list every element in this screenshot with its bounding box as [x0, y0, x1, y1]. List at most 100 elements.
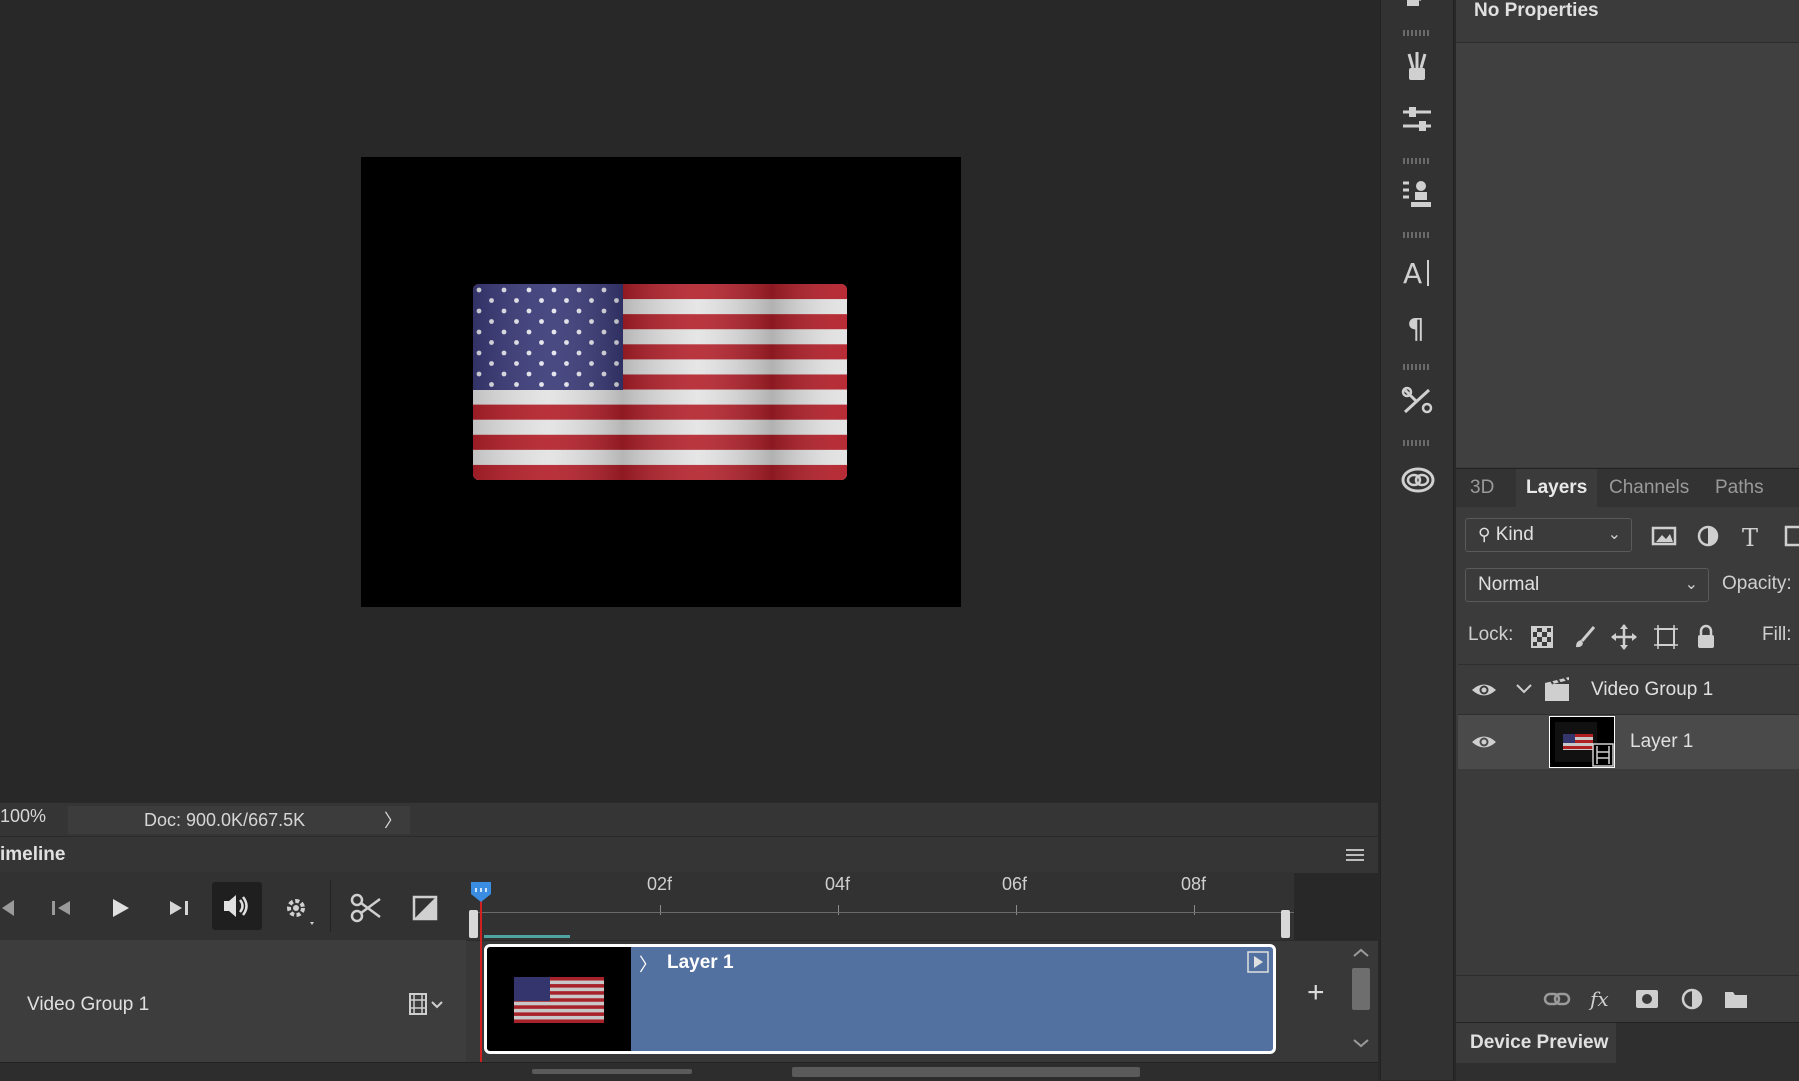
properties-title: No Properties	[1474, 0, 1599, 21]
chevron-down-icon: ⌄	[1684, 576, 1698, 593]
filter-kind-dropdown[interactable]: ⚲ Kind ⌄	[1465, 518, 1632, 552]
doc-info-arrow[interactable]: 〉	[384, 807, 402, 833]
timeline-horizontal-scrollbar[interactable]	[792, 1067, 1140, 1077]
panel-grip[interactable]	[1403, 158, 1431, 164]
new-adjustment-layer-icon[interactable]	[1678, 985, 1706, 1013]
layers-panel-tabs: 3D Layers Channels Paths	[1456, 468, 1799, 507]
blend-mode-dropdown[interactable]: Normal ⌄	[1465, 568, 1709, 602]
tab-3d[interactable]: 3D	[1460, 469, 1504, 507]
tool-presets-icon[interactable]	[1401, 384, 1433, 416]
playhead-handle[interactable]	[469, 880, 493, 904]
flag-stripe	[514, 1012, 604, 1016]
character-icon[interactable]: A	[1401, 256, 1433, 288]
fx-icon[interactable]: fx	[1588, 985, 1616, 1013]
track-options-film-icon[interactable]	[408, 990, 448, 1018]
flag-stripe	[514, 1019, 604, 1023]
chevron-down-icon[interactable]	[1514, 678, 1534, 698]
go-to-first-frame-icon[interactable]	[0, 890, 26, 926]
ruler-tick	[1194, 905, 1195, 915]
layer-name[interactable]: Video Group 1	[1591, 679, 1713, 701]
video-clip[interactable]: 〉 Layer 1	[484, 944, 1276, 1054]
lock-all-icon[interactable]	[1692, 623, 1720, 651]
add-media-plus-icon[interactable]: +	[1307, 976, 1325, 1010]
work-area-end-handle[interactable]	[1281, 910, 1290, 938]
layer-row-video-group[interactable]: Video Group 1	[1458, 664, 1799, 715]
link-layers-icon[interactable]	[1543, 985, 1571, 1013]
ruler-tick	[660, 905, 661, 915]
timeline-ruler[interactable]	[466, 872, 1294, 940]
chevron-down-icon: ⌄	[1607, 526, 1621, 543]
layer-thumbnail[interactable]	[1549, 716, 1615, 768]
lock-label: Lock:	[1468, 624, 1514, 645]
new-group-folder-icon[interactable]	[1722, 985, 1750, 1013]
zoom-level[interactable]: 100%	[0, 806, 46, 827]
tab-paths[interactable]: Paths	[1705, 469, 1774, 507]
fill-label: Fill:	[1762, 624, 1792, 645]
transition-icon[interactable]	[408, 890, 444, 926]
layer-name[interactable]: Layer 1	[1630, 731, 1693, 753]
panel-grip[interactable]	[1403, 30, 1431, 36]
timeline-title: imeline	[0, 844, 66, 865]
panel-icon-strip: A ¶	[1380, 0, 1454, 1080]
clip-name: Layer 1	[667, 952, 734, 973]
settings-gear-icon[interactable]	[280, 890, 316, 926]
ruler-label: 06f	[1002, 874, 1028, 894]
layer-row-layer-1[interactable]: Layer 1	[1458, 714, 1799, 769]
doc-size-indicator[interactable]: Doc: 900.0K/667.5K 〉	[68, 806, 410, 834]
lock-artboard-icon[interactable]	[1652, 623, 1680, 651]
ruler-baseline	[472, 912, 1294, 913]
shape-layer-filter-icon[interactable]	[1782, 522, 1799, 550]
clip-thumbnail	[487, 947, 631, 1051]
previous-frame-icon[interactable]	[44, 890, 80, 926]
timeline-footer	[0, 1062, 1378, 1081]
paragraph-icon[interactable]: ¶	[1401, 310, 1433, 342]
device-preview-tab[interactable]: Device Preview	[1456, 1023, 1616, 1063]
track-header[interactable]: Video Group 1	[0, 940, 466, 1062]
split-at-playhead-scissors-icon[interactable]	[348, 890, 384, 926]
panel-menu-icon[interactable]	[1342, 842, 1368, 868]
ruler-tick	[838, 905, 839, 915]
tab-layers[interactable]: Layers	[1516, 469, 1598, 507]
next-frame-icon[interactable]	[160, 890, 196, 926]
zoom-slider[interactable]	[532, 1069, 692, 1074]
search-icon: ⚲	[1478, 525, 1491, 544]
add-mask-icon[interactable]	[1633, 985, 1661, 1013]
play-button-icon[interactable]	[102, 890, 138, 926]
clip-expand-arrow[interactable]: 〉	[639, 951, 657, 977]
playhead-track-line	[480, 940, 482, 1062]
adjustments-icon[interactable]	[1401, 104, 1433, 136]
track-name: Video Group 1	[27, 994, 150, 1015]
panel-grip[interactable]	[1403, 440, 1431, 446]
video-group-icon	[1542, 674, 1570, 702]
work-area-start-handle[interactable]	[469, 910, 478, 938]
divider	[330, 880, 331, 932]
device-preview-panel: Device Preview	[1456, 1022, 1799, 1081]
clone-source-icon[interactable]	[1401, 178, 1433, 210]
ruler-label: 02f	[647, 874, 673, 894]
mute-audio-button[interactable]	[212, 882, 262, 930]
ruler-label: 08f	[1181, 874, 1207, 894]
history-icon[interactable]	[1401, 0, 1433, 18]
device-preview-title: Device Preview	[1470, 1032, 1609, 1053]
eye-visibility-icon[interactable]	[1470, 676, 1498, 704]
lock-position-icon[interactable]	[1610, 623, 1638, 651]
ruler-tick	[1016, 905, 1017, 915]
svg-text:A: A	[1403, 257, 1422, 288]
timeline-vertical-scrollbar[interactable]	[1346, 944, 1376, 1060]
clip-options-icon[interactable]	[1247, 951, 1269, 973]
eye-visibility-icon[interactable]	[1470, 728, 1498, 756]
tab-channels[interactable]: Channels	[1599, 469, 1699, 507]
properties-body	[1456, 43, 1799, 467]
panel-grip[interactable]	[1403, 232, 1431, 238]
creative-cloud-libraries-icon[interactable]	[1401, 464, 1435, 496]
brushes-icon[interactable]	[1401, 50, 1433, 82]
properties-header: No Properties	[1456, 0, 1799, 43]
panel-grip[interactable]	[1403, 364, 1431, 370]
filter-kind-label: Kind	[1495, 524, 1534, 545]
lock-transparent-pixels-icon[interactable]	[1528, 623, 1556, 651]
render-bar	[484, 935, 570, 938]
pixel-layer-filter-icon[interactable]	[1650, 522, 1678, 550]
type-layer-filter-icon[interactable]: T	[1738, 522, 1766, 550]
adjustment-layer-filter-icon[interactable]	[1694, 522, 1722, 550]
lock-image-pixels-icon[interactable]	[1570, 623, 1598, 651]
